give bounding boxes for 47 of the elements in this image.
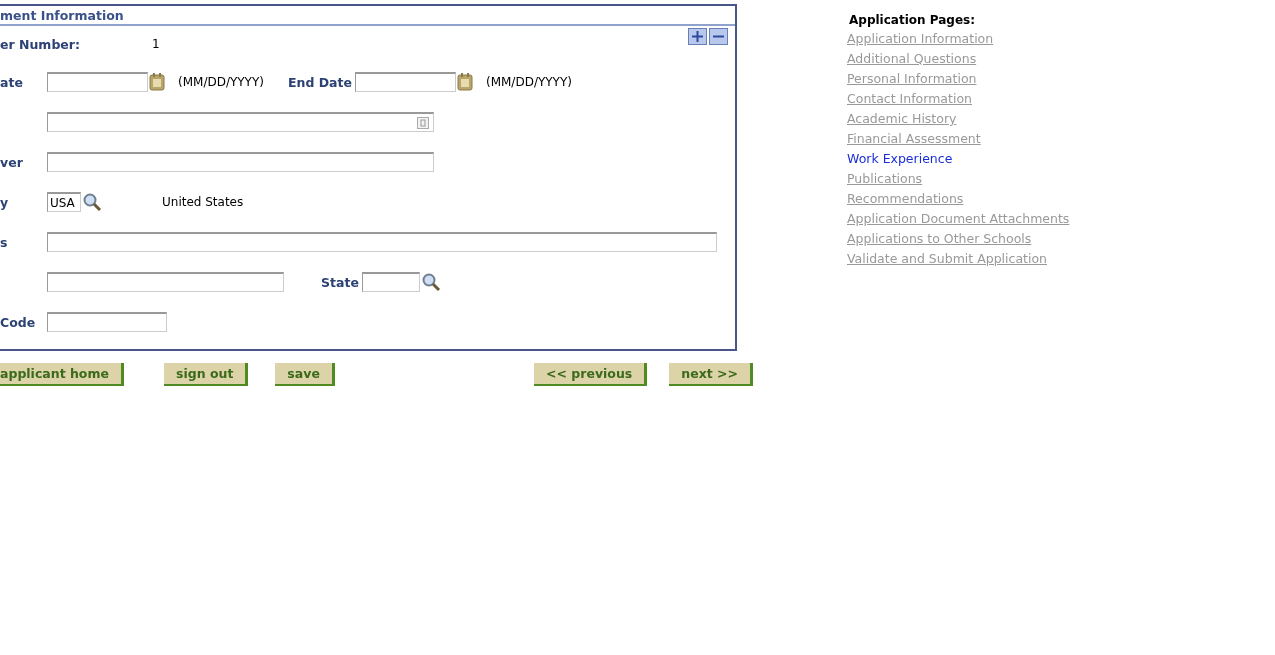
input-field[interactable] xyxy=(47,112,434,132)
page-link[interactable]: Additional Questions xyxy=(847,49,977,69)
search-icon[interactable] xyxy=(420,273,441,291)
nav-button[interactable]: sign out xyxy=(163,363,249,386)
page-link[interactable]: Contact Information xyxy=(847,89,972,109)
field-label: s xyxy=(0,234,9,250)
input-field[interactable] xyxy=(47,152,434,172)
nav-button[interactable]: save xyxy=(275,363,335,386)
page-link[interactable]: Work Experience xyxy=(847,149,953,169)
field-label: ver xyxy=(0,154,24,170)
input-field[interactable] xyxy=(47,232,717,252)
calendar-icon[interactable] xyxy=(149,73,165,91)
field-label: End Date xyxy=(287,74,352,90)
date-format-hint: (MM/DD/YYYY) xyxy=(486,75,572,89)
nav-button[interactable]: next >> xyxy=(669,363,753,386)
nav-title: Application Pages: xyxy=(849,13,975,27)
page-link[interactable]: Academic History xyxy=(847,109,957,129)
input-field[interactable] xyxy=(47,312,167,332)
expand-icon[interactable] xyxy=(688,28,707,45)
field-label: State xyxy=(321,274,359,290)
input-field[interactable] xyxy=(47,272,284,292)
page-link[interactable]: Validate and Submit Application xyxy=(847,249,1047,269)
input-field[interactable]: USA xyxy=(47,192,81,212)
calendar-icon[interactable] xyxy=(457,73,473,91)
field-label: Code xyxy=(0,314,37,330)
page-link[interactable]: Applications to Other Schools xyxy=(847,229,1032,249)
page-link[interactable]: Application Document Attachments xyxy=(847,209,1070,229)
page-link[interactable]: Personal Information xyxy=(847,69,977,89)
page-link[interactable]: Application Information xyxy=(847,29,994,49)
search-icon[interactable] xyxy=(82,193,102,211)
date-format-hint: (MM/DD/YYYY) xyxy=(178,75,264,89)
date-field[interactable] xyxy=(47,72,148,92)
page-link[interactable]: Financial Assessment xyxy=(847,129,981,149)
page-link[interactable]: Recommendations xyxy=(847,189,964,209)
date-field[interactable] xyxy=(355,72,456,92)
nav-button[interactable]: << previous xyxy=(534,363,648,386)
field-label: y xyxy=(0,194,10,210)
section-title: ment Information xyxy=(0,7,124,23)
input-field[interactable] xyxy=(361,272,420,292)
field-label: er Number: xyxy=(0,36,80,52)
collapse-icon[interactable] xyxy=(709,28,728,45)
field-label: ate xyxy=(0,74,24,90)
field-value: United States xyxy=(162,195,244,209)
page-link[interactable]: Publications xyxy=(847,169,923,189)
field-value: 1 xyxy=(151,37,160,51)
prompt-icon[interactable] xyxy=(417,116,429,129)
nav-button[interactable]: applicant home xyxy=(0,363,124,386)
